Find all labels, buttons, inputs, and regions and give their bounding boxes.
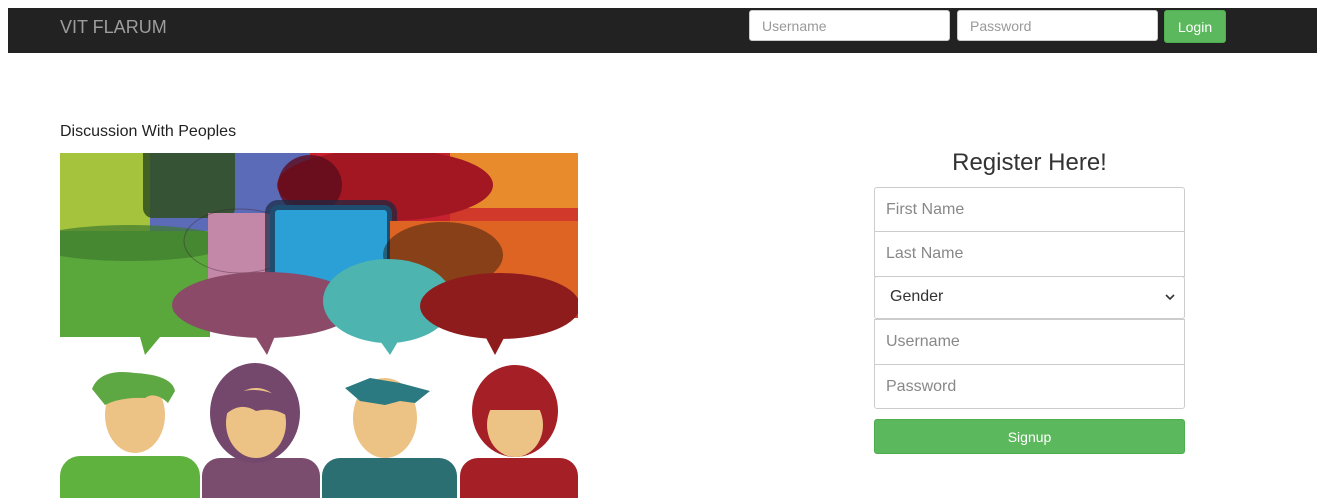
discussion-title: Discussion With Peoples (60, 123, 237, 140)
chevron-down-icon (1165, 294, 1175, 301)
login-button[interactable]: Login (1164, 10, 1226, 43)
gender-selected-value: Gender (890, 288, 944, 305)
signup-button[interactable]: Signup (874, 419, 1185, 454)
navbar-username-input[interactable] (749, 10, 950, 41)
register-username-input[interactable] (874, 319, 1185, 364)
register-password-input[interactable] (874, 364, 1185, 409)
register-heading: Register Here! (952, 149, 1107, 176)
last-name-input[interactable] (874, 232, 1185, 277)
navbar-password-input[interactable] (957, 10, 1158, 41)
discussion-illustration (60, 153, 578, 498)
brand-logo[interactable]: VIT FLARUM (60, 17, 167, 37)
gender-select[interactable]: Gender (874, 276, 1185, 319)
top-navbar: VIT FLARUM Login (8, 8, 1317, 53)
first-name-input[interactable] (874, 187, 1185, 232)
